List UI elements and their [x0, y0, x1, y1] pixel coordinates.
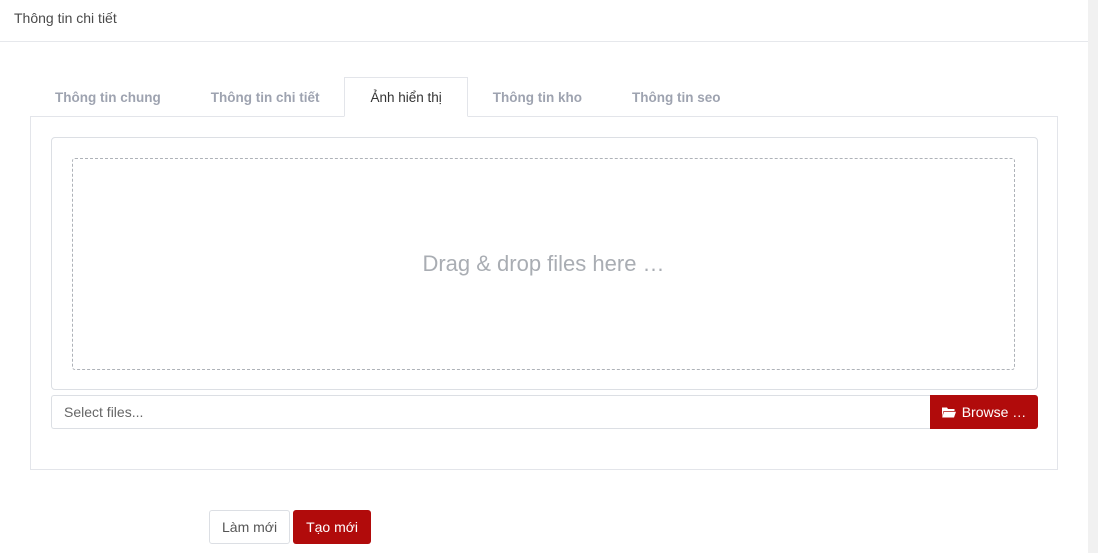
tab-bar: Thông tin chung Thông tin chi tiết Ảnh h… — [30, 77, 1058, 117]
file-drop-zone[interactable]: Drag & drop files here … — [51, 137, 1038, 390]
browse-button[interactable]: Browse … — [930, 395, 1038, 429]
page: Thông tin chi tiết Thông tin chung Thông… — [0, 0, 1098, 553]
reset-button[interactable]: Làm mới — [209, 510, 291, 544]
browse-label: Browse … — [961, 404, 1027, 420]
form-actions: Làm mới Tạo mới — [209, 510, 372, 544]
create-button[interactable]: Tạo mới — [293, 510, 372, 544]
tab-warehouse-info[interactable]: Thông tin kho — [468, 77, 607, 117]
tab-seo-info[interactable]: Thông tin seo — [607, 77, 746, 117]
tab-panel-display-image: Drag & drop files here … Browse … — [30, 116, 1058, 470]
tab-general-info[interactable]: Thông tin chung — [30, 77, 186, 117]
page-title: Thông tin chi tiết — [14, 10, 117, 26]
drop-hint: Drag & drop files here … — [422, 251, 665, 276]
file-select-input[interactable] — [51, 395, 930, 429]
scrollbar[interactable] — [1088, 0, 1098, 553]
tab-display-image[interactable]: Ảnh hiển thị — [344, 77, 468, 117]
page-header: Thông tin chi tiết — [0, 0, 1088, 42]
file-select-row: Browse … — [51, 395, 1038, 429]
folder-open-icon — [941, 407, 956, 418]
drop-area[interactable]: Drag & drop files here … — [72, 158, 1015, 370]
tab-detail-info[interactable]: Thông tin chi tiết — [186, 77, 345, 117]
